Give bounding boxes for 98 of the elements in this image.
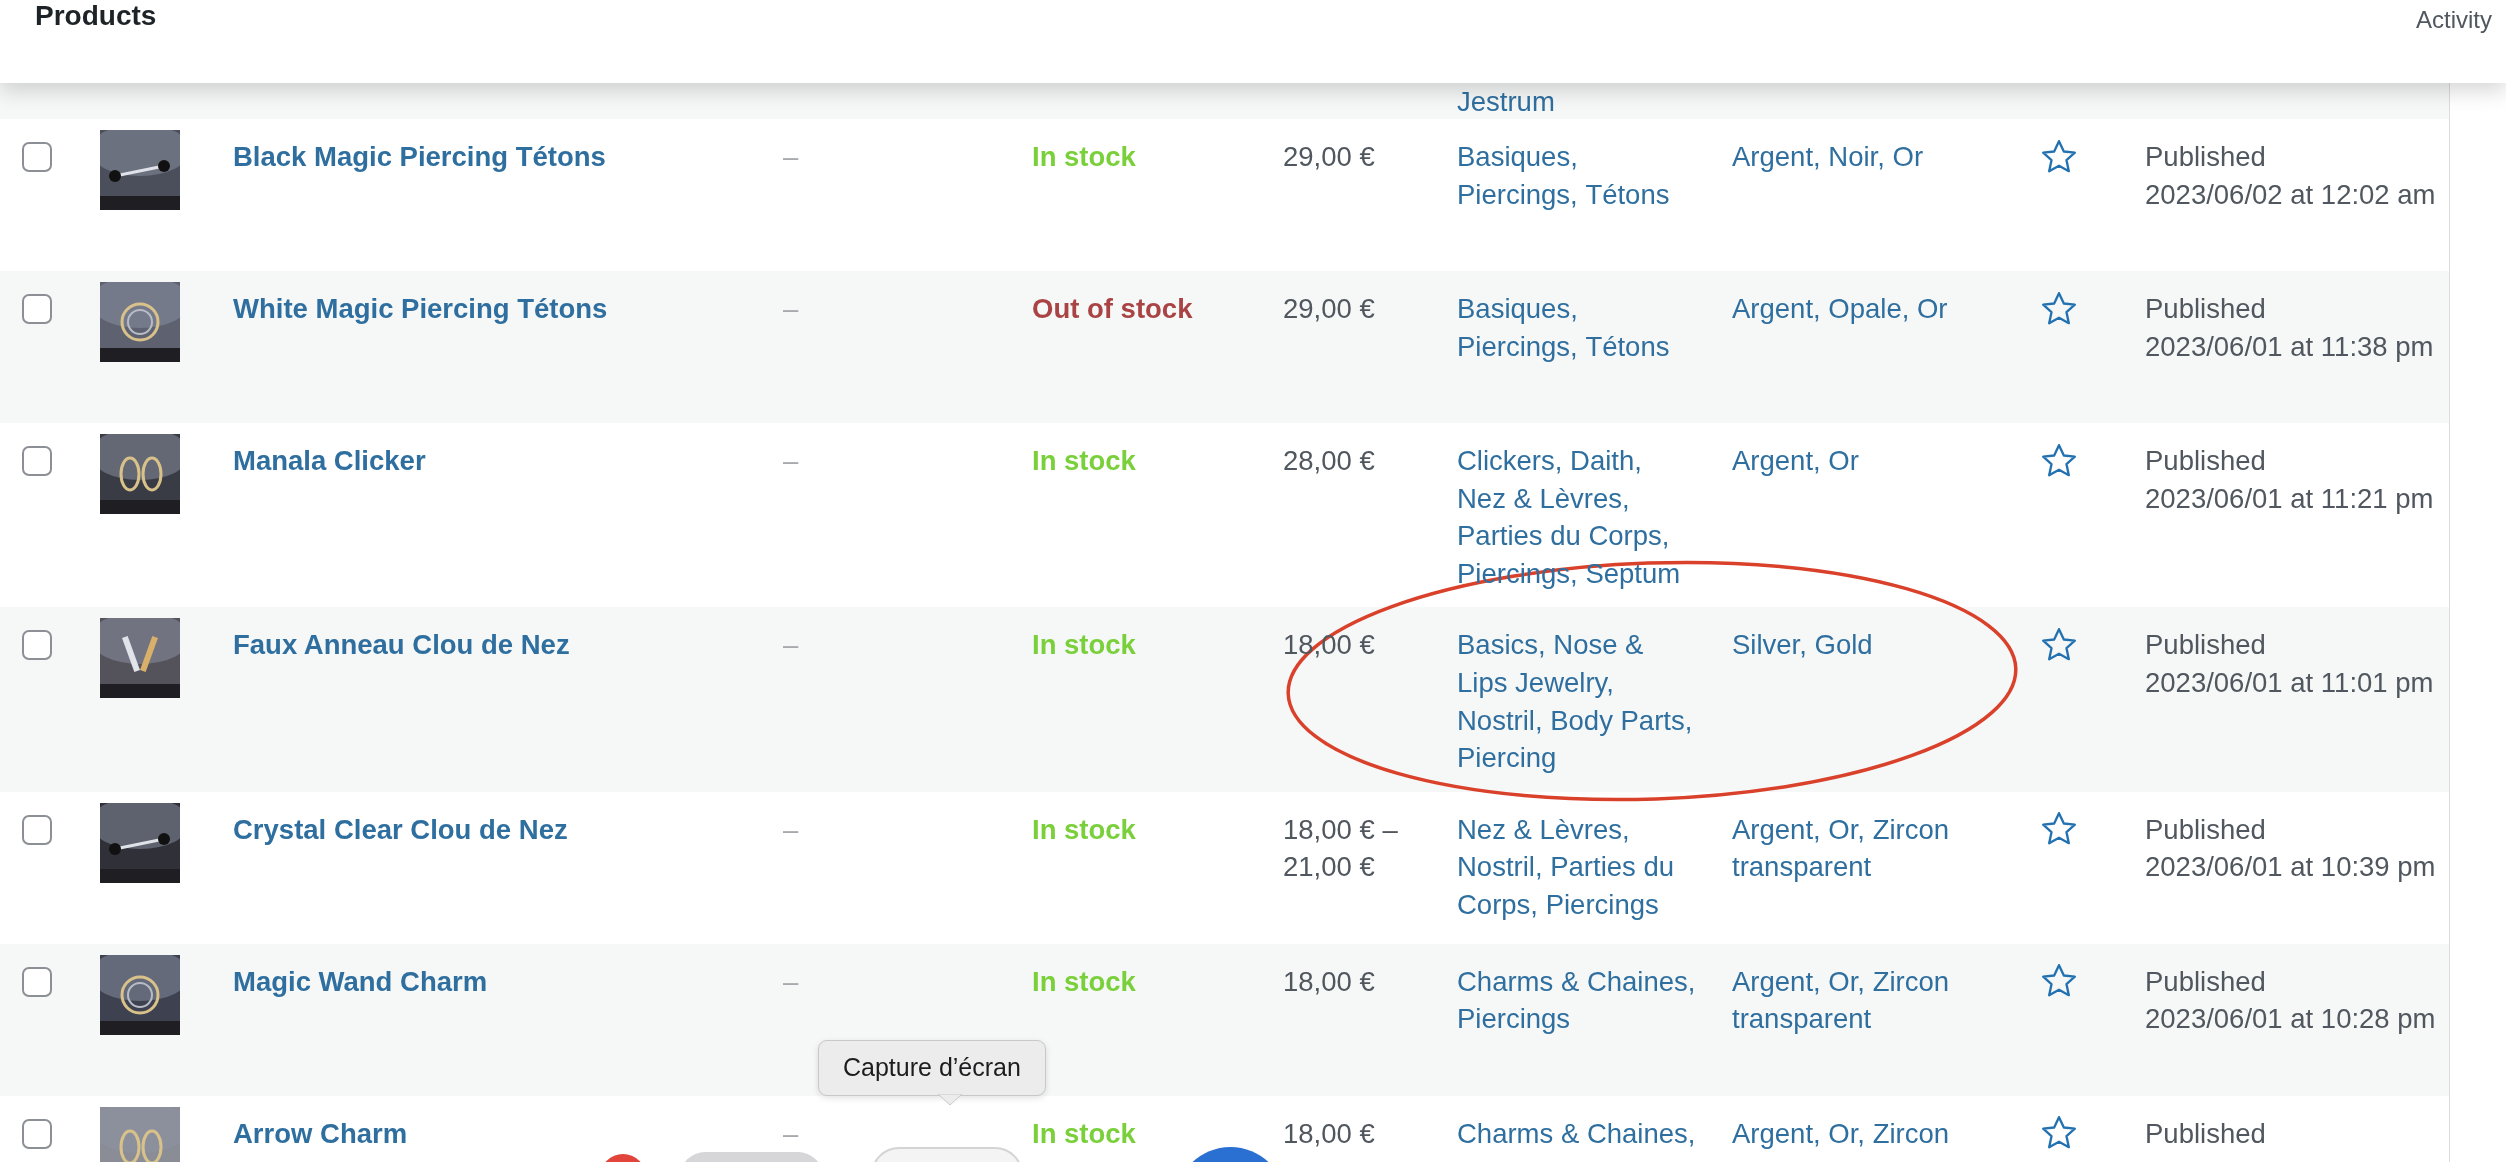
- category-link[interactable]: Charms & Chaines,: [1457, 1114, 1696, 1153]
- publish-status: Published: [2145, 444, 2266, 478]
- attribute-link[interactable]: Argent,: [1732, 962, 1821, 1001]
- category-link[interactable]: Nostril,: [1457, 701, 1543, 740]
- publish-status: Published: [2145, 292, 2266, 326]
- stock-status: In stock: [1032, 965, 1136, 997]
- attribute-link[interactable]: Or: [1828, 442, 1859, 480]
- attribute-link[interactable]: transparent: [1732, 848, 1872, 886]
- category-link[interactable]: Piercings: [1545, 885, 1659, 924]
- category-link[interactable]: Tétons: [1585, 327, 1670, 366]
- stock-status: Out of stock: [1032, 293, 1193, 324]
- product-name-link[interactable]: White Magic Piercing Tétons: [233, 293, 628, 324]
- stock-status: In stock: [1032, 141, 1136, 172]
- activity-link[interactable]: Activity: [2416, 2, 2492, 38]
- category-link[interactable]: Piercing: [1457, 739, 1557, 777]
- product-name-link[interactable]: Manala Clicker: [233, 445, 446, 476]
- attribute-link[interactable]: Argent,: [1732, 138, 1821, 176]
- category-link[interactable]: Nostril,: [1457, 848, 1543, 886]
- publish-status: Published: [2145, 1116, 2266, 1151]
- attribute-link[interactable]: Zircon: [1872, 962, 1950, 1001]
- attribute-link[interactable]: Argent,: [1732, 442, 1821, 480]
- attribute-link[interactable]: Or,: [1828, 962, 1865, 1001]
- checkbox[interactable]: [22, 630, 52, 661]
- category-link[interactable]: Piercings: [1457, 1000, 1571, 1038]
- attribute-link[interactable]: Or,: [1828, 1114, 1865, 1153]
- product-name-link[interactable]: Magic Wand Charm: [233, 965, 508, 997]
- sku-text: –: [783, 1117, 799, 1149]
- category-link[interactable]: Basiques,: [1457, 290, 1578, 328]
- sku-text: –: [783, 965, 799, 997]
- product-name-link[interactable]: Crystal Clear Clou de Nez: [233, 813, 588, 845]
- category-link[interactable]: Charms & Chaines,: [1457, 962, 1696, 1001]
- attribute-link[interactable]: Argent,: [1732, 290, 1821, 328]
- checkbox[interactable]: [22, 446, 52, 476]
- checkbox[interactable]: [22, 1118, 52, 1149]
- category-link[interactable]: Body Parts,: [1550, 701, 1693, 740]
- sku-text: –: [783, 141, 799, 172]
- category-link[interactable]: Piercings,: [1457, 327, 1578, 366]
- stock-status: In stock: [1032, 629, 1136, 661]
- price-text: 29,00 €: [1283, 141, 1375, 172]
- price-text: 18,00 €: [1283, 1117, 1375, 1149]
- tooltip: Capture d’écran: [818, 1040, 1046, 1096]
- publish-date: 2023/06/01 at 11:38 pm: [2145, 329, 2434, 364]
- publish-date: 2023/06/01 at 10:39 pm: [2145, 850, 2436, 885]
- publish-date: 2023/06/02 at 12:02 am: [2145, 177, 2436, 212]
- product-name-link[interactable]: Arrow Charm: [233, 1117, 428, 1149]
- publish-status: Published: [2145, 812, 2266, 847]
- attribute-link[interactable]: Or: [1892, 138, 1924, 176]
- price-text: 18,00 €: [1283, 965, 1375, 997]
- attribute-link[interactable]: Noir,: [1828, 138, 1885, 176]
- attribute-link[interactable]: Silver,: [1732, 626, 1807, 664]
- sku-text: –: [783, 445, 799, 476]
- category-link[interactable]: Piercings,: [1457, 175, 1578, 214]
- category-link[interactable]: Nez & Lèvres,: [1457, 810, 1630, 849]
- checkbox[interactable]: [22, 142, 52, 172]
- attribute-link[interactable]: Zircon: [1872, 1114, 1950, 1153]
- category-link[interactable]: Lips Jewelry,: [1457, 663, 1614, 702]
- category-link[interactable]: Nez & Lèvres,: [1457, 479, 1630, 518]
- price-text: 18,00 € – 21,00 €: [1283, 813, 1398, 883]
- category-link[interactable]: Daith,: [1570, 442, 1642, 480]
- price-text: 29,00 €: [1283, 293, 1375, 324]
- attribute-link[interactable]: transparent: [1732, 1000, 1872, 1038]
- product-name-link[interactable]: Faux Anneau Clou de Nez: [233, 629, 590, 661]
- publish-date: 2023/06/01 at 11:21 pm: [2145, 481, 2434, 516]
- sku-text: –: [783, 293, 799, 324]
- publish-status: Published: [2145, 140, 2266, 174]
- category-link[interactable]: Parties du: [1550, 848, 1675, 886]
- sku-text: –: [783, 629, 799, 661]
- stock-status: In stock: [1032, 1117, 1136, 1149]
- category-link[interactable]: Tétons: [1585, 175, 1670, 214]
- stock-status: In stock: [1032, 445, 1136, 476]
- attribute-link[interactable]: Argent,: [1732, 1114, 1821, 1153]
- category-link[interactable]: Basiques,: [1457, 138, 1578, 176]
- checkbox[interactable]: [22, 814, 52, 845]
- page-title: Products: [35, 2, 157, 30]
- publish-date: 2023/06/01 at 11:01 pm: [2145, 665, 2434, 700]
- publish-status: Published: [2145, 964, 2266, 999]
- publish-date: 2023/06/01 at 10:28 pm: [2145, 1002, 2436, 1037]
- category-link[interactable]: Parties du Corps,: [1457, 517, 1670, 555]
- attribute-link[interactable]: Opale,: [1828, 290, 1910, 328]
- publish-status: Published: [2145, 628, 2266, 663]
- category-link[interactable]: Nose &: [1553, 626, 1644, 664]
- category-link[interactable]: Corps,: [1457, 885, 1538, 924]
- attribute-link[interactable]: Or: [1917, 290, 1948, 328]
- category-link[interactable]: Clickers,: [1457, 442, 1563, 480]
- product-name-link[interactable]: Black Magic Piercing Tétons: [233, 141, 626, 172]
- attribute-link[interactable]: Argent,: [1732, 810, 1821, 849]
- attribute-link[interactable]: Gold: [1814, 626, 1873, 664]
- tooltip-pointer: [938, 1094, 962, 1106]
- category-link[interactable]: Jestrum: [1457, 85, 1555, 119]
- category-link[interactable]: Basics,: [1457, 626, 1546, 664]
- checkbox[interactable]: [22, 966, 52, 997]
- checkbox[interactable]: [22, 294, 52, 324]
- sku-text: –: [783, 813, 799, 845]
- category-link[interactable]: Septum: [1585, 554, 1681, 593]
- price-text: 28,00 €: [1283, 445, 1375, 476]
- attribute-link[interactable]: Or,: [1828, 810, 1865, 849]
- attribute-link[interactable]: Zircon: [1872, 810, 1950, 849]
- stock-status: In stock: [1032, 813, 1136, 845]
